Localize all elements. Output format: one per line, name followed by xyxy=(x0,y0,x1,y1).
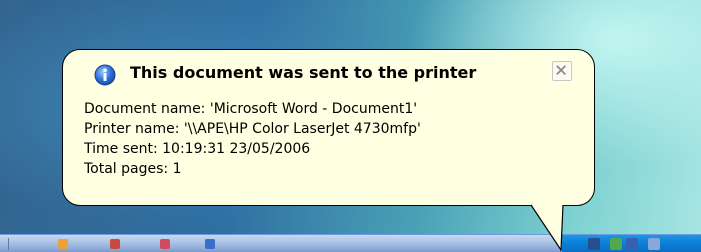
taskbar xyxy=(0,234,701,252)
printer-name-line: Printer name: '\\APE\HP Color LaserJet 4… xyxy=(84,121,421,137)
time-sent-line: Time sent: 10:19:31 23/05/2006 xyxy=(84,141,311,157)
info-icon xyxy=(94,64,116,86)
taskbar-app-icon[interactable] xyxy=(58,239,68,249)
document-name-line: Document name: 'Microsoft Word - Documen… xyxy=(84,101,418,117)
taskbar-app-icon[interactable] xyxy=(110,239,120,249)
notification-body: Document name: 'Microsoft Word - Documen… xyxy=(84,99,421,179)
taskbar-separator xyxy=(8,238,9,250)
network-tray-icon[interactable] xyxy=(610,238,622,250)
tray-icon[interactable] xyxy=(648,238,660,250)
close-button[interactable] xyxy=(552,61,572,81)
tray-icon[interactable] xyxy=(626,238,638,250)
total-pages-line: Total pages: 1 xyxy=(84,161,182,177)
balloon-tail xyxy=(530,204,564,251)
notification-title: This document was sent to the printer xyxy=(130,63,477,82)
taskbar-app-icon[interactable] xyxy=(160,239,170,249)
close-icon xyxy=(556,65,566,75)
taskbar-buttons-area[interactable] xyxy=(0,235,561,252)
taskbar-app-icon[interactable] xyxy=(205,239,215,249)
